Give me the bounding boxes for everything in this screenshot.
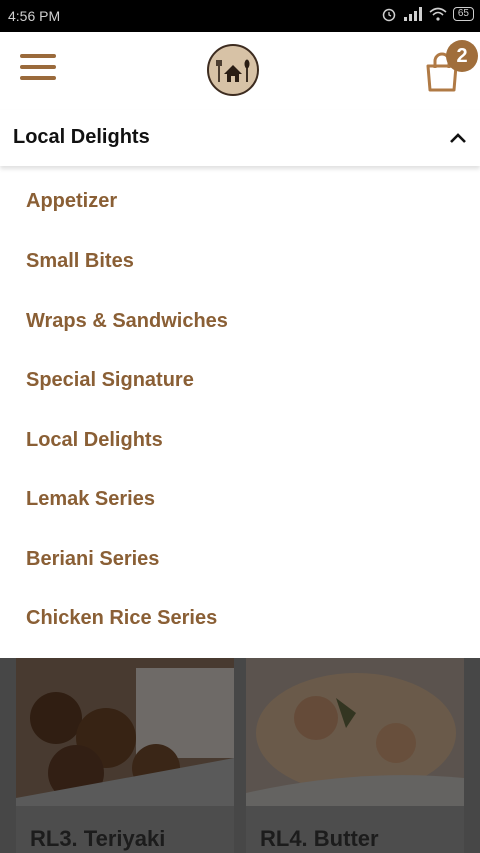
restaurant-logo[interactable]	[207, 44, 259, 96]
battery-indicator: 65	[452, 7, 474, 21]
selected-category: Local Delights	[13, 126, 150, 148]
wifi-icon	[429, 7, 447, 21]
category-item-local-delights[interactable]: Local Delights	[26, 429, 163, 452]
category-item-chicken-rice-series[interactable]: Chicken Rice Series	[26, 607, 217, 630]
category-list: Appetizer Small Bites Wraps & Sandwiches…	[0, 166, 480, 658]
cart-count-badge: 2	[446, 40, 478, 72]
house-fork-spoon-icon	[216, 59, 250, 82]
category-item-special-signature[interactable]: Special Signature	[26, 369, 194, 392]
category-item-beriani-series[interactable]: Beriani Series	[26, 548, 159, 571]
category-item-appetizer[interactable]: Appetizer	[26, 190, 117, 213]
modal-backdrop[interactable]	[0, 658, 480, 853]
chevron-up-icon	[450, 133, 466, 143]
status-time: 4:56 PM	[8, 8, 61, 24]
app-header: 2	[0, 32, 480, 110]
signal-icon	[403, 7, 422, 21]
menu-icon[interactable]	[20, 52, 58, 82]
alarm-icon	[382, 8, 396, 22]
category-item-small-bites[interactable]: Small Bites	[26, 250, 134, 273]
category-dropdown-toggle[interactable]: Local Delights	[0, 110, 480, 166]
category-item-lemak-series[interactable]: Lemak Series	[26, 488, 155, 511]
status-bar: 4:56 PM 65	[0, 0, 480, 32]
category-item-wraps-sandwiches[interactable]: Wraps & Sandwiches	[26, 310, 228, 333]
status-icons: 65	[381, 6, 474, 22]
